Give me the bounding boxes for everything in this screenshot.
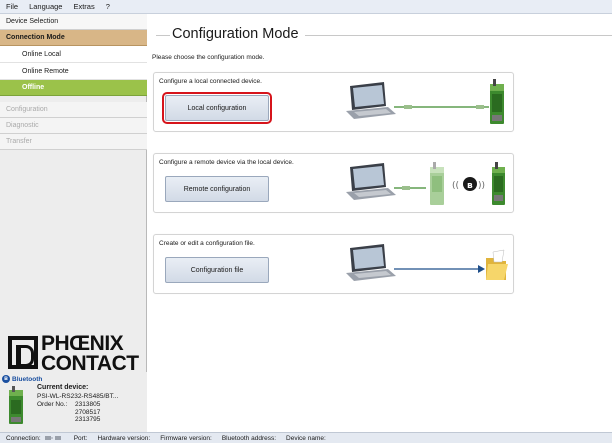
menu-bar: File Language Extras ? bbox=[0, 0, 612, 14]
card-local-configuration: Configure a local connected device. Loca… bbox=[153, 72, 514, 132]
page-subtitle: Please choose the configuration mode. bbox=[152, 54, 265, 61]
laptop-to-folder-icon bbox=[346, 244, 508, 281]
title-divider-line bbox=[296, 35, 612, 36]
menu-language[interactable]: Language bbox=[29, 2, 62, 11]
sidebar-item-offline[interactable]: Offline bbox=[0, 80, 147, 96]
sidebar-item-online-remote[interactable]: Online Remote bbox=[0, 63, 147, 80]
laptop-to-device-icon bbox=[346, 79, 504, 124]
order-number-label: Order No.: bbox=[37, 401, 68, 408]
order-number: 2313805 bbox=[75, 401, 101, 408]
card-configuration-file: Create or edit a configuration file. Con… bbox=[153, 234, 514, 294]
device-thumbnail-icon bbox=[9, 386, 23, 424]
order-number: 2313795 bbox=[75, 416, 101, 424]
title-row: Configuration Mode bbox=[156, 26, 612, 46]
configuration-file-button[interactable]: Configuration file bbox=[165, 257, 269, 283]
status-firmware-version: Firmware version: bbox=[160, 434, 212, 442]
card-description: Configure a remote device via the local … bbox=[159, 159, 294, 166]
card-description: Create or edit a configuration file. bbox=[159, 240, 255, 247]
bluetooth-icon: ʙ bbox=[2, 375, 10, 383]
local-configuration-button[interactable]: Local configuration bbox=[162, 92, 272, 124]
main-panel: Configuration Mode Please choose the con… bbox=[148, 14, 612, 432]
svg-text:((: (( bbox=[452, 181, 459, 191]
sidebar: Device Selection Connection Mode Online … bbox=[0, 14, 147, 432]
sidebar-item-transfer: Transfer bbox=[0, 134, 147, 150]
status-connection: Connection: bbox=[6, 434, 64, 442]
status-bluetooth-address: Bluetooth address: bbox=[221, 434, 277, 442]
disconnected-plug-icon bbox=[44, 436, 61, 440]
status-device-name: Device name: bbox=[286, 434, 326, 442]
menu-help[interactable]: ? bbox=[106, 2, 110, 11]
svg-text:ʙ: ʙ bbox=[467, 181, 473, 191]
svg-text:)): )) bbox=[478, 181, 485, 191]
menu-file[interactable]: File bbox=[6, 2, 18, 11]
bluetooth-label: ʙ Bluetooth bbox=[2, 375, 42, 383]
title-divider bbox=[156, 35, 170, 36]
sidebar-item-configuration: Configuration bbox=[0, 102, 147, 118]
sidebar-item-connection-mode[interactable]: Connection Mode bbox=[0, 30, 147, 46]
logo-mark-icon bbox=[8, 336, 38, 369]
card-remote-configuration: Configure a remote device via the local … bbox=[153, 153, 514, 213]
laptop-to-remote-device-icon: (( ʙ )) bbox=[346, 162, 505, 205]
page-title: Configuration Mode bbox=[172, 26, 305, 42]
current-device-label: Current device: bbox=[37, 384, 89, 391]
menu-extras[interactable]: Extras bbox=[73, 2, 94, 11]
status-port: Port: bbox=[73, 434, 88, 442]
status-connection-label: Connection: bbox=[6, 434, 41, 442]
sidebar-item-online-local[interactable]: Online Local bbox=[0, 46, 147, 63]
status-bar: Connection: Port: Hardware version: Firm… bbox=[0, 432, 612, 443]
bluetooth-text: Bluetooth bbox=[12, 375, 43, 383]
card-description: Configure a local connected device. bbox=[159, 78, 262, 85]
current-device-panel: ʙ Bluetooth Current device: PSI-WL-RS232… bbox=[0, 372, 147, 432]
order-number-list: 2313805 2708517 2313795 bbox=[75, 401, 100, 424]
sidebar-item-device-selection[interactable]: Device Selection bbox=[0, 14, 147, 30]
order-number: 2708517 bbox=[75, 408, 101, 416]
remote-configuration-button[interactable]: Remote configuration bbox=[165, 176, 269, 202]
current-device-name: PSI-WL-RS232-RS485/BT... bbox=[37, 393, 119, 400]
status-hardware-version: Hardware version: bbox=[97, 434, 151, 442]
sidebar-item-diagnostic: Diagnostic bbox=[0, 118, 147, 134]
